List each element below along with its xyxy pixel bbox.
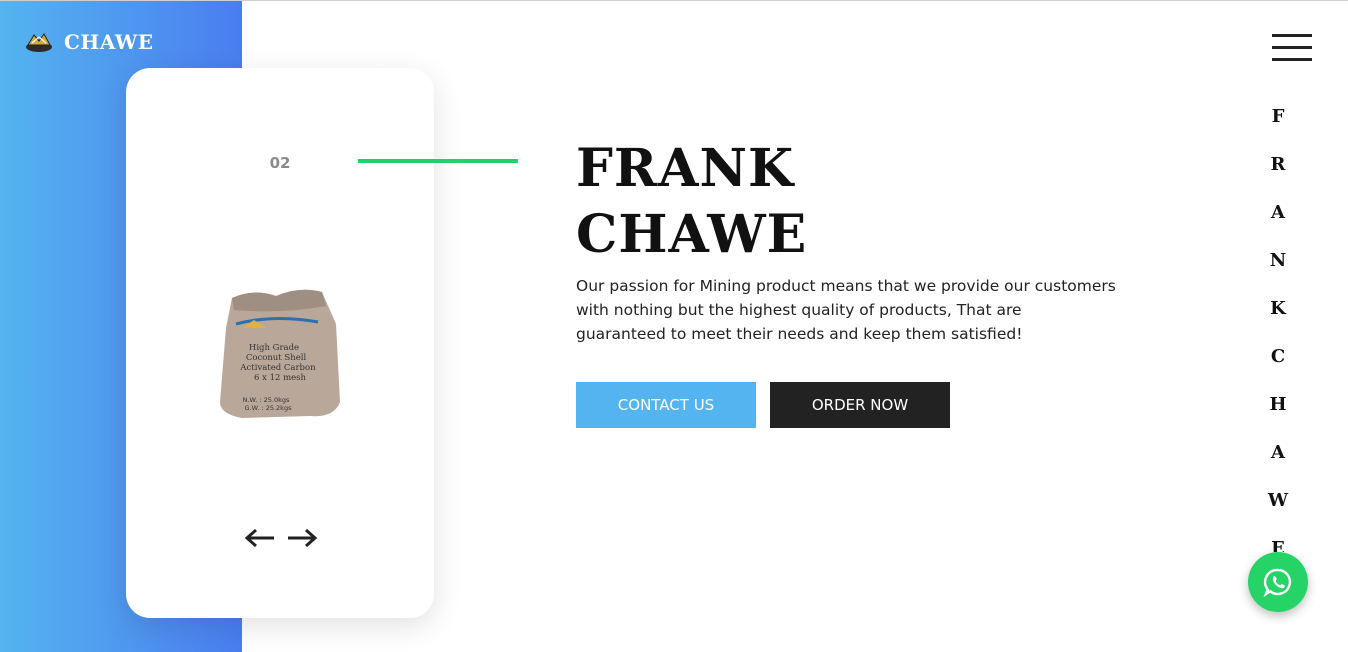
vertical-letter: E	[1271, 538, 1285, 552]
hero-title-line1: FRANK	[576, 138, 795, 199]
svg-text:N.W. : 25.0kgs: N.W. : 25.0kgs	[243, 396, 290, 404]
contact-us-button[interactable]: CONTACT US	[576, 382, 756, 428]
vertical-letter: N	[1269, 250, 1287, 271]
hero-description: Our passion for Mining product means tha…	[576, 277, 1116, 343]
svg-text:6 x 12 mesh: 6 x 12 mesh	[254, 373, 307, 383]
hero-title-line2: CHAWE	[576, 204, 808, 265]
svg-text:High Grade: High Grade	[249, 343, 299, 353]
hamburger-menu-icon[interactable]	[1272, 34, 1312, 62]
vertical-letter: K	[1270, 298, 1286, 319]
arrow-right-icon[interactable]	[286, 524, 318, 552]
svg-text:Activated Carbon: Activated Carbon	[239, 363, 316, 373]
vertical-letter: C	[1270, 346, 1286, 367]
whatsapp-icon	[1263, 568, 1292, 597]
order-now-button[interactable]: ORDER NOW	[770, 382, 950, 428]
slider-navigation	[244, 524, 318, 552]
logo-icon	[26, 33, 52, 52]
hero-title: FRANK CHAWE	[576, 136, 807, 268]
arrow-left-icon[interactable]	[244, 524, 276, 552]
vertical-letter: W	[1267, 490, 1289, 511]
slide-number: 02	[269, 154, 291, 172]
vertical-letter: A	[1271, 442, 1285, 463]
svg-text:G.W. : 25.2kgs: G.W. : 25.2kgs	[245, 404, 293, 412]
vertical-letter: A	[1271, 202, 1285, 223]
vertical-letter: H	[1269, 394, 1287, 415]
vertical-letter: R	[1270, 154, 1286, 175]
brand-logo[interactable]: CHAWE	[24, 28, 154, 56]
vertical-brand-text: F R A N K C H A W E	[1262, 104, 1294, 552]
product-bag-image: High Grade Coconut Shell Activated Carbo…	[220, 289, 340, 418]
whatsapp-button[interactable]	[1248, 552, 1308, 612]
vertical-letter: F	[1271, 106, 1285, 127]
svg-text:Coconut Shell: Coconut Shell	[246, 353, 307, 363]
brand-name: CHAWE	[64, 30, 154, 54]
accent-line	[358, 159, 518, 163]
